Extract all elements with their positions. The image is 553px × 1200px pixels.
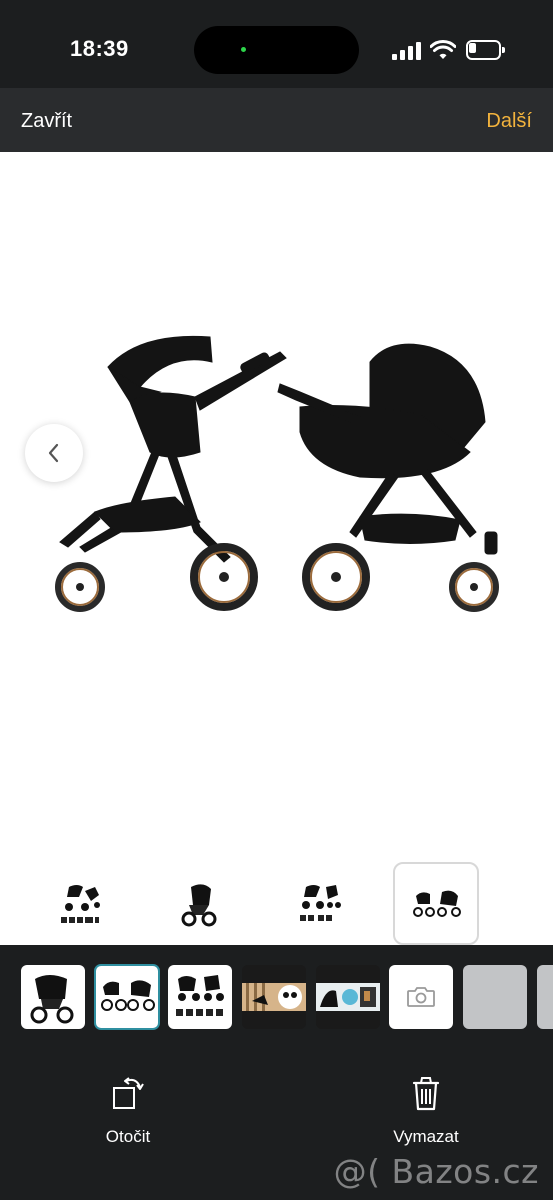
filmstrip-photo-selected[interactable] (94, 964, 160, 1030)
delete-button[interactable]: Vymazat (366, 1059, 486, 1149)
empty-photo-slot[interactable] (537, 965, 553, 1029)
chevron-left-icon (48, 443, 59, 463)
product-banner-thumbnail (316, 965, 380, 1029)
next-button[interactable]: Další (486, 110, 532, 133)
rotate-icon (113, 1077, 144, 1109)
trash-icon (412, 1077, 440, 1111)
gallery-thumbnail[interactable] (40, 862, 126, 945)
product-banner-thumbnail (242, 965, 306, 1029)
rotate-label: Otočit (105, 1127, 151, 1146)
stroller-photo (55, 335, 499, 612)
filmstrip-photo[interactable] (21, 965, 85, 1029)
battery-icon (466, 40, 506, 60)
gallery-thumbnail-selected[interactable] (393, 862, 479, 945)
stroller-photo-thumbnail (101, 980, 155, 1011)
status-time: 18:39 (70, 36, 129, 61)
stroller-thumbnail-image (300, 884, 341, 921)
filmstrip-photo[interactable] (168, 965, 232, 1029)
signal-icon (392, 42, 422, 60)
add-photo-button[interactable] (389, 965, 453, 1029)
camera-icon (407, 987, 435, 1007)
rotate-button[interactable]: Otočit (68, 1059, 188, 1149)
top-nav-bar: Zavřít Další (0, 88, 553, 152)
stroller-thumbnail-image (413, 890, 461, 917)
close-button[interactable]: Zavřít (21, 110, 72, 133)
next-image-edge (545, 432, 553, 472)
gallery-thumbnails (0, 862, 553, 945)
camera-indicator-dot (241, 47, 246, 52)
photo-editor-screen: 18:39 Zavřít Další Otočit Vymazat @(Baz… (0, 0, 553, 1200)
photo-preview (0, 152, 553, 945)
dynamic-island (194, 26, 359, 74)
stroller-thumbnail-image (61, 884, 100, 923)
stroller-photo-thumbnail (176, 975, 224, 1016)
wifi-icon (430, 40, 456, 59)
filmstrip-photo[interactable] (316, 965, 380, 1029)
gallery-thumbnail[interactable] (277, 862, 363, 945)
gallery-thumbnail[interactable] (155, 862, 241, 945)
status-bar: 18:39 (0, 0, 553, 88)
filmstrip-photo[interactable] (242, 965, 306, 1029)
watermark: @( Bazos.cz (333, 1152, 539, 1191)
photo-filmstrip (0, 945, 553, 1045)
battery-level (469, 43, 476, 53)
stroller-thumbnail-image (181, 883, 217, 926)
empty-photo-slot[interactable] (463, 965, 527, 1029)
previous-image-button[interactable] (25, 424, 83, 482)
stroller-photo-thumbnail (30, 975, 74, 1024)
delete-label: Vymazat (393, 1127, 459, 1146)
